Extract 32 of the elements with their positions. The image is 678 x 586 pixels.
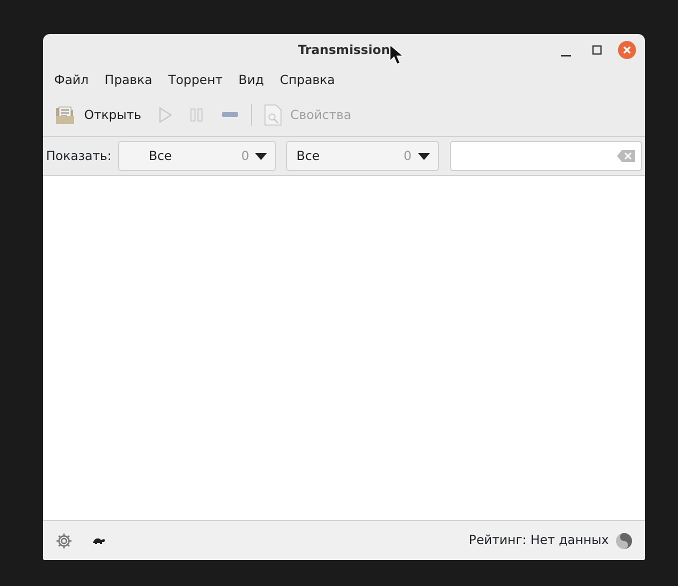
menu-item[interactable]: Правка	[96, 68, 160, 92]
mouse-cursor-icon	[389, 44, 405, 66]
show-label: Показать:	[46, 146, 112, 165]
clear-icon[interactable]	[617, 150, 635, 162]
close-button[interactable]	[618, 41, 636, 59]
menu-item[interactable]: Файл	[46, 68, 97, 92]
pause-icon	[189, 107, 206, 123]
minus-icon	[221, 111, 240, 119]
settings-icon[interactable]	[55, 532, 73, 550]
open-button[interactable]: Открыть	[46, 100, 150, 130]
menu-item[interactable]: Торрент	[160, 68, 231, 92]
filter-dropdown[interactable]: Все 0	[286, 141, 439, 171]
document-icon	[264, 104, 282, 126]
dropdown-arrow-icon	[255, 152, 268, 160]
menu-item[interactable]: Справка	[272, 68, 343, 92]
maximize-icon	[592, 45, 602, 55]
dropdown-arrow-icon	[418, 152, 430, 160]
dropdown-value: Все	[148, 146, 172, 165]
play-icon	[157, 107, 174, 123]
filter-dropdown[interactable]: Все 0	[118, 141, 276, 171]
turtle-icon[interactable]	[92, 536, 106, 545]
close-icon	[622, 45, 632, 55]
search-field[interactable]	[450, 141, 642, 171]
dropdown-value: Все	[296, 146, 320, 165]
window-title: Transmission	[298, 40, 390, 59]
folder-icon	[54, 104, 76, 126]
count-label: 0	[404, 146, 412, 165]
ratio-icon[interactable]	[615, 532, 633, 550]
count-label: 0	[241, 146, 250, 165]
minimize-icon	[561, 55, 571, 57]
ratio-text: Рейтинг: Нет данных	[468, 531, 609, 550]
menu-item[interactable]: Вид	[230, 68, 272, 92]
